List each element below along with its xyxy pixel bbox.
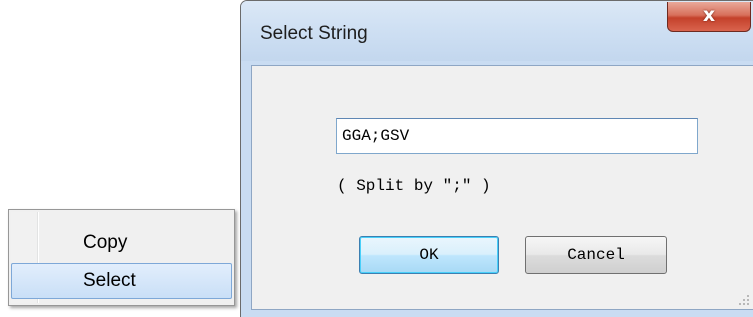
resize-grip-icon[interactable] xyxy=(737,293,749,305)
close-button[interactable]: x xyxy=(667,2,751,32)
dialog-title: Select String xyxy=(260,23,368,44)
cancel-button[interactable]: Cancel xyxy=(525,236,667,274)
dialog-titlebar[interactable]: Select String x xyxy=(241,1,753,61)
screen: Copy Select Select String x ( Split by "… xyxy=(0,0,753,317)
close-icon: x xyxy=(702,4,716,26)
ok-button[interactable]: OK xyxy=(359,236,499,274)
string-input[interactable] xyxy=(336,118,698,154)
select-string-dialog: Select String x ( Split by ";" ) OK Canc… xyxy=(240,0,753,317)
dialog-client-area: ( Split by ";" ) OK Cancel xyxy=(251,65,753,310)
menu-item-copy[interactable]: Copy xyxy=(11,225,232,261)
context-menu: Copy Select xyxy=(8,209,235,306)
menu-item-copy-label: Copy xyxy=(83,232,128,253)
split-hint: ( Split by ";" ) xyxy=(337,177,491,195)
menu-item-select[interactable]: Select xyxy=(11,263,232,299)
menu-item-select-label: Select xyxy=(83,270,136,291)
